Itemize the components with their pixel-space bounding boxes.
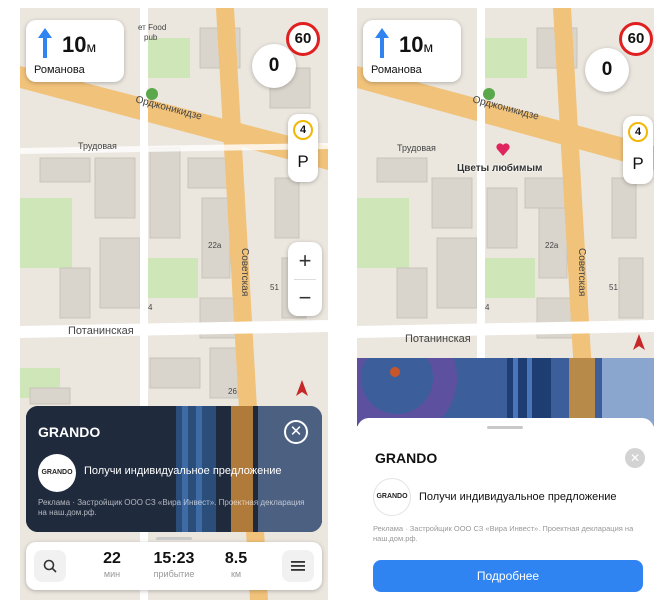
ad-banner[interactable]: GRANDO ✕ GRANDO Получи индивидуальное пр… (26, 406, 322, 532)
ad-close-button[interactable]: ✕ (284, 420, 308, 444)
route-distance: 8.5 км (224, 550, 248, 579)
ad-logo: GRANDO (373, 478, 411, 516)
house-number-51: 51 (270, 283, 279, 292)
left-navigator-screen: Орджоникидзе Трудовая Советская Потанинс… (20, 8, 328, 600)
route-time: 22 мин (103, 550, 121, 579)
park-icon (146, 88, 158, 100)
ad-brand-title: GRANDO (38, 424, 101, 440)
maneuver-street: Романова (34, 64, 85, 76)
street-label-potaninskaya: Потанинская (68, 325, 134, 337)
street-label-trudovaya: Трудовая (397, 143, 436, 153)
house-number-4: 4 (148, 303, 153, 312)
zoom-controls: + − (288, 242, 322, 316)
ad-offer-text: Получи индивидуальное предложение (84, 465, 282, 477)
drag-handle[interactable] (156, 537, 192, 540)
street-label-sovetskaya: Советская (239, 248, 250, 296)
house-number-51: 51 (609, 283, 618, 292)
house-number-22a: 22а (545, 241, 559, 250)
right-navigator-screen: Орджоникидзе Трудовая Советская Потанинс… (357, 8, 654, 600)
straight-arrow-icon (38, 28, 52, 58)
poi-label-food: ет Food (138, 23, 166, 32)
ad-disclaimer: Реклама · Застройщик ООО СЗ «Вира Инвест… (373, 524, 634, 543)
heart-pin-icon[interactable] (495, 142, 511, 158)
lane-count-badge: 4 (293, 120, 313, 140)
maneuver-distance: 10м (62, 32, 97, 57)
search-icon (43, 559, 57, 573)
house-number-26: 26 (228, 387, 237, 396)
search-button[interactable] (34, 550, 66, 582)
street-label-trudovaya: Трудовая (78, 141, 117, 151)
ad-close-button[interactable]: ✕ (625, 448, 645, 468)
poi-label-flowers[interactable]: Цветы любимым (457, 163, 542, 174)
ad-offer-text: Получи индивидуальное предложение (419, 491, 617, 503)
more-details-button[interactable]: Подробнее (373, 560, 643, 592)
maneuver-card[interactable]: 10м Романова (363, 20, 461, 82)
ad-brand-title: GRANDO (375, 450, 438, 466)
menu-icon (291, 560, 305, 571)
ad-header-photo (357, 358, 654, 426)
straight-arrow-icon (375, 28, 389, 58)
house-number-22a: 22а (208, 241, 222, 250)
lane-count-badge: 4 (628, 122, 648, 142)
parking-button[interactable]: P (288, 152, 318, 172)
ad-logo: GRANDO (38, 454, 76, 492)
park-icon (483, 88, 495, 100)
current-speed: 0 (252, 44, 296, 88)
route-bottom-bar: 22 мин 15:23 прибытие 8.5 км (26, 537, 322, 590)
speed-limit-sign: 60 (619, 22, 653, 56)
speed-limit-sign: 60 (286, 22, 320, 56)
zoom-in-button[interactable]: + (288, 242, 322, 279)
maneuver-card[interactable]: 10м Романова (26, 20, 124, 82)
menu-button[interactable] (282, 550, 314, 582)
poi-label-pub: pub (144, 33, 158, 42)
street-label-sovetskaya: Советская (576, 248, 587, 296)
street-label-potaninskaya: Потанинская (405, 333, 471, 345)
ad-disclaimer: Реклама · Застройщик ООО СЗ «Вира Инвест… (38, 498, 305, 517)
maneuver-street: Романова (371, 64, 422, 76)
parking-button[interactable]: P (623, 154, 653, 174)
current-speed: 0 (585, 48, 629, 92)
house-number-4: 4 (485, 303, 490, 312)
drag-handle[interactable] (487, 426, 523, 429)
ad-bottom-sheet: GRANDO ✕ GRANDO Получи индивидуальное пр… (357, 418, 654, 600)
route-arrival: 15:23 прибытие (153, 550, 195, 579)
maneuver-distance: 10м (399, 32, 434, 57)
lane-parking-panel[interactable]: 4 P (623, 116, 653, 184)
lane-parking-panel[interactable]: 4 P (288, 114, 318, 182)
zoom-out-button[interactable]: − (288, 279, 322, 316)
